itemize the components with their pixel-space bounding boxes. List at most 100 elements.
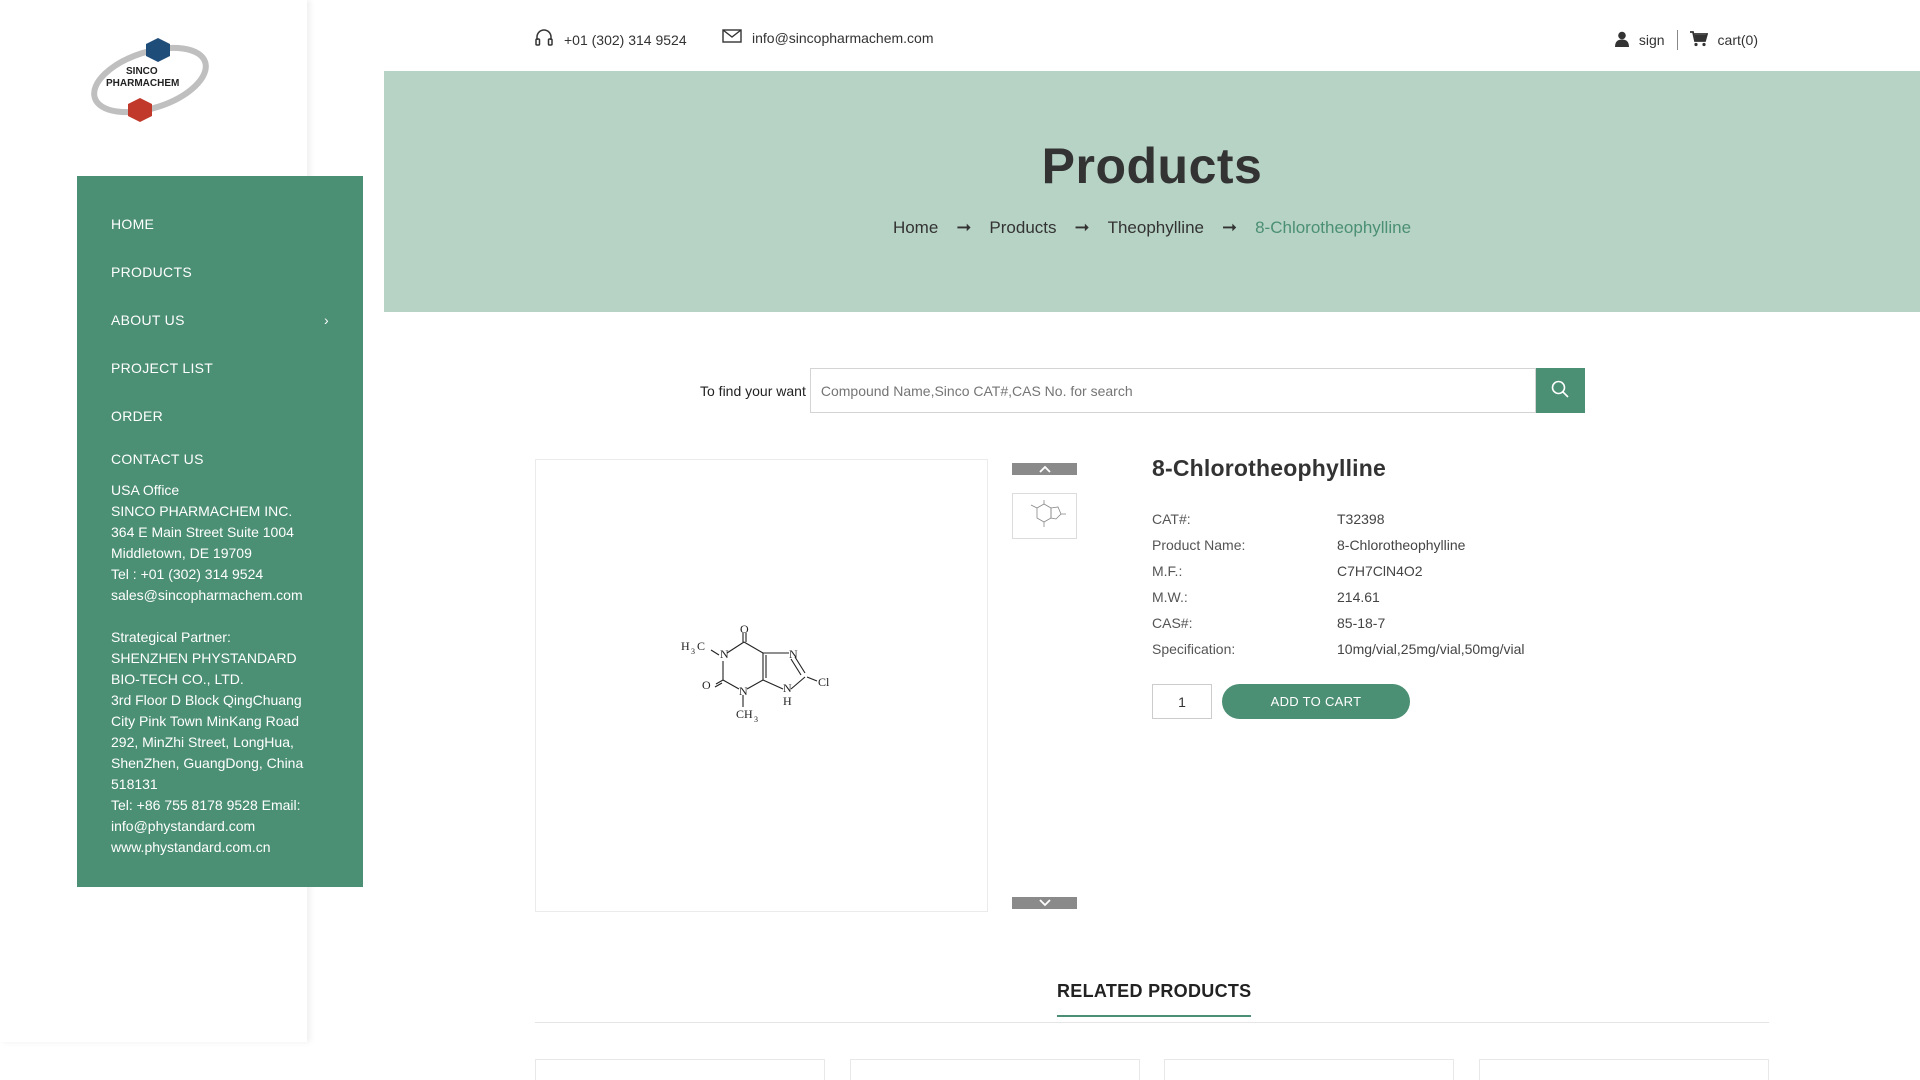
spec-row: CAS#: 85-18-7 <box>1152 610 1792 636</box>
contact-line: Strategical Partner: <box>111 629 231 645</box>
thumbnail-scroll-up-button[interactable] <box>1012 463 1077 475</box>
svg-text:H: H <box>783 694 792 708</box>
spec-row: M.F.: C7H7ClN4O2 <box>1152 558 1792 584</box>
contact-line: 292, MinZhi Street, LongHua, <box>111 734 294 750</box>
spec-row: M.W.: 214.61 <box>1152 584 1792 610</box>
product-thumbnail[interactable] <box>1012 493 1077 539</box>
envelope-icon <box>722 28 742 47</box>
arrow-right-icon: ➞ <box>956 217 972 237</box>
company-logo[interactable]: SINCO PHARMACHEM <box>88 36 213 126</box>
menu-item-home[interactable]: HOME <box>77 200 363 248</box>
contact-line: Middletown, DE 19709 <box>111 545 252 561</box>
page-hero: Products Home ➞ Products ➞ Theophylline … <box>384 71 1920 312</box>
contact-line: Tel: +86 755 8178 9528 Email: <box>111 797 301 813</box>
main-menu: HOME PRODUCTS ABOUT US › PROJECT LIST OR… <box>77 176 363 887</box>
product-name: 8-Chlorotheophylline <box>1152 455 1386 481</box>
cart-link[interactable]: cart(0) <box>1718 32 1758 48</box>
user-icon[interactable] <box>1614 31 1629 50</box>
chevron-right-icon[interactable]: › <box>324 312 329 328</box>
spec-key: Product Name: <box>1152 537 1246 553</box>
related-products-heading: RELATED PRODUCTS <box>1057 981 1252 1017</box>
related-product-card[interactable] <box>535 1059 825 1080</box>
thumbnail-scroll-down-button[interactable] <box>1012 897 1077 909</box>
chemical-structure: O N O N N N H Cl H 3 C CH 3 <box>681 625 830 724</box>
contact-website[interactable]: www.phystandard.com.cn <box>111 837 329 858</box>
svg-text:3: 3 <box>691 647 695 656</box>
spec-value: T32398 <box>1337 511 1385 527</box>
spec-row: CAT#: T32398 <box>1152 506 1792 532</box>
svg-text:H: H <box>681 639 690 653</box>
menu-item-contact-us[interactable]: CONTACT US <box>77 440 363 478</box>
divider <box>1676 30 1678 50</box>
menu-item-about-us[interactable]: ABOUT US › <box>77 296 363 344</box>
arrow-right-icon: ➞ <box>1074 217 1090 237</box>
contact-info: USA Office SINCO PHARMACHEM INC. 364 E M… <box>77 478 363 858</box>
spec-key: CAS#: <box>1152 615 1193 631</box>
search-input[interactable] <box>809 368 1536 413</box>
related-product-card[interactable] <box>1164 1059 1454 1080</box>
svg-text:Cl: Cl <box>818 675 830 689</box>
phone-number: +01 (302) 314 9524 <box>564 31 687 48</box>
breadcrumb-theophylline[interactable]: Theophylline <box>1108 218 1204 238</box>
search-label: To find your want <box>700 382 806 399</box>
contact-line: 364 E Main Street Suite 1004 <box>111 524 294 540</box>
search-icon <box>1550 379 1570 402</box>
svg-text:C: C <box>697 639 705 653</box>
sign-link[interactable]: sign <box>1639 32 1665 48</box>
contact-line: SHENZHEN PHYSTANDARD <box>111 650 297 666</box>
quantity-input[interactable] <box>1152 684 1212 719</box>
email-address: info@sincopharmachem.com <box>752 29 934 46</box>
related-product-card[interactable] <box>1479 1059 1769 1080</box>
phone-contact[interactable]: +01 (302) 314 9524 <box>534 28 687 51</box>
contact-line: BIO-TECH CO., LTD. <box>111 671 244 687</box>
spec-row: Product Name: 8-Chlorotheophylline <box>1152 532 1792 558</box>
svg-text:N: N <box>720 647 729 661</box>
email-contact[interactable]: info@sincopharmachem.com <box>722 28 934 47</box>
svg-text:3: 3 <box>754 715 758 724</box>
top-bar: +01 (302) 314 9524 info@sincopharmachem.… <box>384 0 1920 71</box>
svg-text:SINCO: SINCO <box>126 66 158 77</box>
breadcrumb-home[interactable]: Home <box>893 218 938 238</box>
headset-icon <box>534 28 554 51</box>
contact-line: USA Office <box>111 482 180 498</box>
spec-value: 10mg/vial,25mg/vial,50mg/vial <box>1337 641 1525 657</box>
divider <box>535 1022 1769 1023</box>
contact-email[interactable]: sales@sincopharmachem.com <box>111 585 329 606</box>
menu-item-order[interactable]: ORDER <box>77 392 363 440</box>
spec-key: M.F.: <box>1152 563 1183 579</box>
arrow-right-icon: ➞ <box>1222 217 1238 237</box>
breadcrumb: Home ➞ Products ➞ Theophylline ➞ 8-Chlor… <box>384 217 1920 238</box>
svg-text:N: N <box>783 681 792 695</box>
search-button[interactable] <box>1535 368 1585 413</box>
breadcrumb-current: 8-Chlorotheophylline <box>1255 217 1412 237</box>
svg-text:PHARMACHEM: PHARMACHEM <box>106 78 179 89</box>
svg-text:O: O <box>740 625 749 636</box>
spec-key: M.W.: <box>1152 589 1188 605</box>
add-to-cart-row: ADD TO CART <box>1152 684 1792 719</box>
add-to-cart-button[interactable]: ADD TO CART <box>1222 684 1410 719</box>
product-search: To find your want <box>700 368 1585 413</box>
spec-row: Specification: 10mg/vial,25mg/vial,50mg/… <box>1152 636 1792 662</box>
product-main-image[interactable]: O N O N N N H Cl H 3 C CH 3 <box>535 459 988 912</box>
contact-line: SINCO PHARMACHEM INC. <box>111 503 293 519</box>
account-links: sign cart(0) <box>1614 30 1758 50</box>
chevron-up-icon <box>1038 460 1051 478</box>
menu-item-project-list[interactable]: PROJECT LIST <box>77 344 363 392</box>
breadcrumb-products[interactable]: Products <box>989 218 1056 238</box>
sidebar: SINCO PHARMACHEM HOME PRODUCTS ABOUT US … <box>0 0 363 1042</box>
cart-icon[interactable] <box>1689 30 1708 50</box>
contact-line: City Pink Town MinKang Road <box>111 713 300 729</box>
spec-value: C7H7ClN4O2 <box>1337 563 1423 579</box>
svg-text:O: O <box>702 678 711 692</box>
related-product-card[interactable] <box>850 1059 1140 1080</box>
contact-line: ShenZhen, GuangDong, China <box>111 755 304 771</box>
svg-text:N: N <box>789 647 798 661</box>
svg-text:CH: CH <box>736 707 753 721</box>
spec-value: 214.61 <box>1337 589 1380 605</box>
menu-item-products[interactable]: PRODUCTS <box>77 248 363 296</box>
spec-value: 8-Chlorotheophylline <box>1337 537 1466 553</box>
svg-text:N: N <box>739 684 748 698</box>
page-title: Products <box>1041 138 1263 194</box>
contact-email[interactable]: info@phystandard.com <box>111 816 329 837</box>
product-info: 8-Chlorotheophylline CAT#: T32398 Produc… <box>1152 455 1792 719</box>
